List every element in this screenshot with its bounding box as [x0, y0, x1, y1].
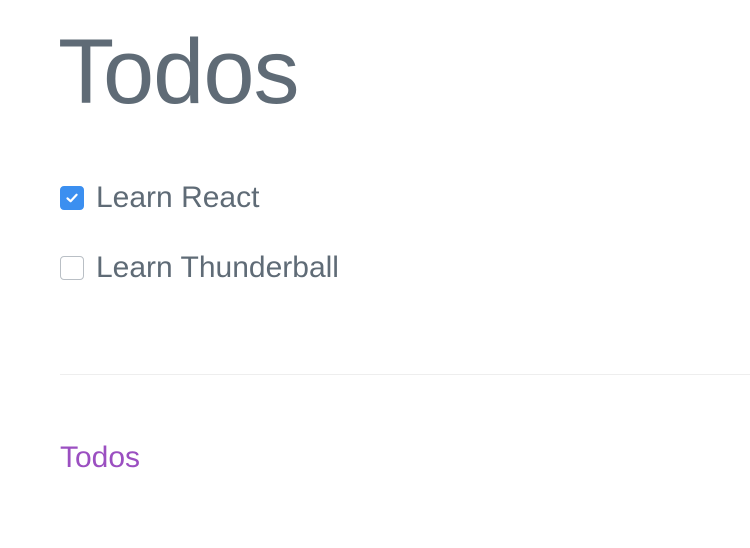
page: Todos Learn React Learn Thunderball Todo… [0, 0, 750, 548]
todo-list: Learn React Learn Thunderball [60, 178, 339, 318]
todo-item-learn-react[interactable]: Learn React [60, 178, 339, 218]
todo-label: Learn Thunderball [96, 251, 339, 284]
footer-todos-link[interactable]: Todos [60, 443, 140, 473]
todo-item-learn-thunderball[interactable]: Learn Thunderball [60, 248, 339, 288]
todo-checkbox-unchecked[interactable] [60, 256, 84, 280]
section-divider [60, 374, 750, 375]
checkmark-icon [66, 193, 78, 203]
todo-checkbox-checked[interactable] [60, 186, 84, 210]
todo-label: Learn React [96, 181, 260, 214]
page-title: Todos [58, 21, 299, 123]
